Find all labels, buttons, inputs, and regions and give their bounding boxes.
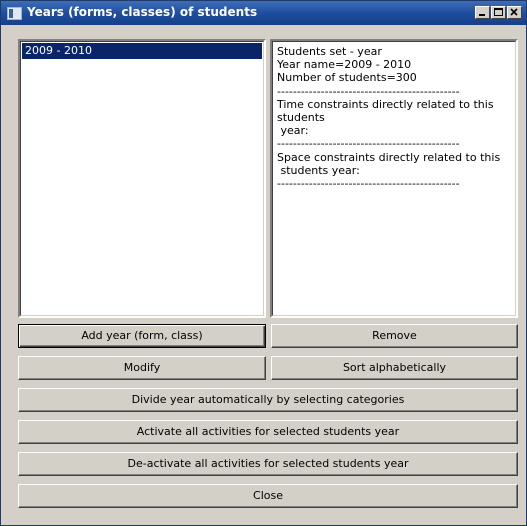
activate-activities-button[interactable]: Activate all activities for selected stu…: [18, 420, 518, 444]
sort-alphabetically-button[interactable]: Sort alphabetically: [271, 356, 518, 380]
remove-button[interactable]: Remove: [271, 324, 518, 348]
years-list[interactable]: 2009 - 2010: [18, 39, 266, 318]
minimize-icon: [479, 14, 485, 16]
maximize-icon: [494, 8, 503, 16]
deactivate-activities-button[interactable]: De-activate all activities for selected …: [18, 452, 518, 476]
modify-button[interactable]: Modify: [18, 356, 266, 380]
close-icon: [510, 8, 518, 16]
year-details-text: Students set - year Year name=2009 - 201…: [277, 45, 501, 191]
maximize-button[interactable]: [491, 6, 506, 19]
title-bar[interactable]: Years (forms, classes) of students: [1, 1, 526, 25]
year-details-panel[interactable]: Students set - year Year name=2009 - 201…: [270, 39, 518, 318]
add-year-button[interactable]: Add year (form, class): [18, 324, 266, 348]
years-dialog: Years (forms, classes) of students 2009 …: [0, 0, 527, 526]
divide-year-button[interactable]: Divide year automatically by selecting c…: [18, 388, 518, 412]
app-icon: [7, 7, 22, 20]
close-button[interactable]: Close: [18, 484, 518, 508]
list-item[interactable]: 2009 - 2010: [22, 43, 262, 59]
window-title: Years (forms, classes) of students: [27, 5, 258, 19]
close-window-button[interactable]: [507, 6, 522, 19]
minimize-button[interactable]: [475, 6, 490, 19]
